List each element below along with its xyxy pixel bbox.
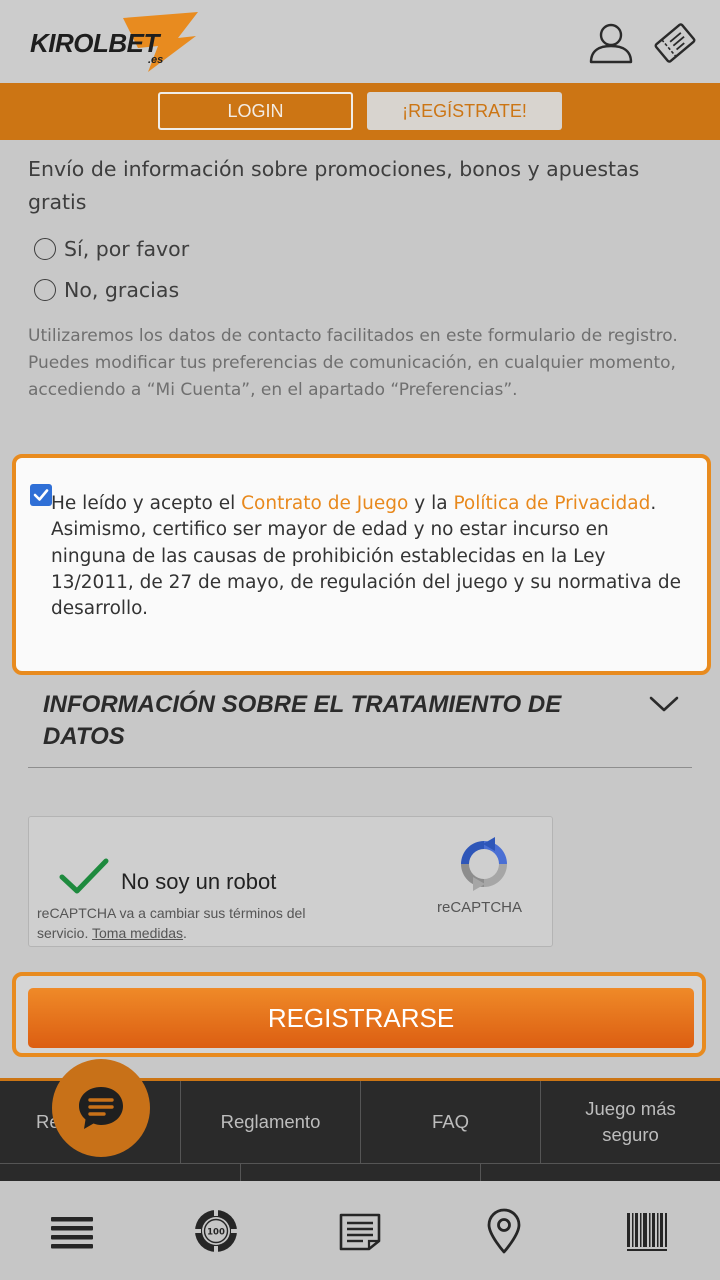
data-treatment-heading[interactable]: INFORMACIÓN SOBRE EL TRATAMIENTO DE DATO… — [43, 689, 633, 753]
submit-wrapper: REGISTRARSE — [12, 972, 706, 1057]
register-button[interactable]: ¡REGÍSTRATE! — [367, 92, 562, 130]
login-button[interactable]: LOGIN — [158, 92, 353, 130]
chat-button[interactable] — [52, 1059, 150, 1157]
privacy-policy-link[interactable]: Política de Privacidad — [453, 493, 650, 514]
recaptcha-notice-end: . — [183, 925, 187, 941]
recaptcha-notice: reCAPTCHA va a cambiar sus términos del … — [37, 903, 357, 943]
kirolbet-logo[interactable]: KIROLBET .es — [28, 10, 208, 76]
svg-text:100: 100 — [207, 1228, 225, 1238]
consent-checkbox[interactable] — [30, 484, 52, 506]
casino-chip-icon[interactable]: 100 — [192, 1207, 240, 1255]
radio-yes-label: Sí, por favor — [64, 237, 190, 261]
consent-text-part: . — [650, 493, 657, 514]
age-certification-text: Asimismo, certifico ser mayor de edad y … — [51, 519, 681, 620]
contract-link[interactable]: Contrato de Juego — [241, 493, 408, 514]
ticket-icon[interactable] — [650, 18, 700, 68]
footer-link-faq[interactable]: FAQ — [361, 1081, 541, 1163]
auth-bar: LOGIN ¡REGÍSTRATE! — [0, 83, 720, 140]
footer-link-rules[interactable]: Reglamento — [181, 1081, 361, 1163]
consent-text-part: He leído y acepto el — [51, 493, 242, 514]
menu-icon[interactable] — [48, 1207, 96, 1255]
radio-option-yes[interactable]: Sí, por favor — [34, 237, 189, 261]
barcode-icon[interactable] — [624, 1207, 672, 1255]
logo-suffix: .es — [148, 54, 164, 66]
promo-question: Envío de información sobre promociones, … — [28, 157, 640, 214]
privacy-note: Utilizaremos los datos de contacto facil… — [28, 326, 678, 400]
header: KIROLBET .es — [0, 0, 720, 83]
user-icon[interactable] — [586, 18, 636, 68]
radio-yes[interactable] — [34, 238, 56, 260]
radio-no[interactable] — [34, 279, 56, 301]
consent-text: He leído y acepto el Contrato de Juego y… — [51, 491, 681, 622]
recaptcha-action-link[interactable]: Toma medidas — [92, 925, 183, 941]
recaptcha-brand: reCAPTCHA — [437, 899, 523, 916]
recaptcha-label[interactable]: No soy un robot — [121, 869, 276, 895]
consent-text-part: y la — [408, 493, 454, 514]
chat-icon — [79, 1087, 123, 1129]
check-icon — [33, 489, 49, 501]
recaptcha-widget: No soy un robot reCAPTCHA va a cambiar s… — [28, 816, 553, 947]
logo-wordmark: KIROLBET — [30, 28, 159, 58]
register-submit-button[interactable]: REGISTRARSE — [28, 988, 694, 1048]
chevron-down-icon[interactable] — [648, 692, 680, 716]
bottom-nav: 100 — [0, 1181, 720, 1280]
recaptcha-logo-icon — [455, 835, 513, 893]
footer-link-safer-gambling[interactable]: Juego más seguro — [541, 1081, 720, 1163]
consent-box: He leído y acepto el Contrato de Juego y… — [12, 454, 711, 675]
radio-option-no[interactable]: No, gracias — [34, 278, 179, 302]
radio-no-label: No, gracias — [64, 278, 180, 302]
location-pin-icon[interactable] — [480, 1207, 528, 1255]
section-divider — [28, 767, 692, 768]
recaptcha-check-icon[interactable] — [59, 857, 109, 897]
betslip-icon[interactable] — [336, 1207, 384, 1255]
